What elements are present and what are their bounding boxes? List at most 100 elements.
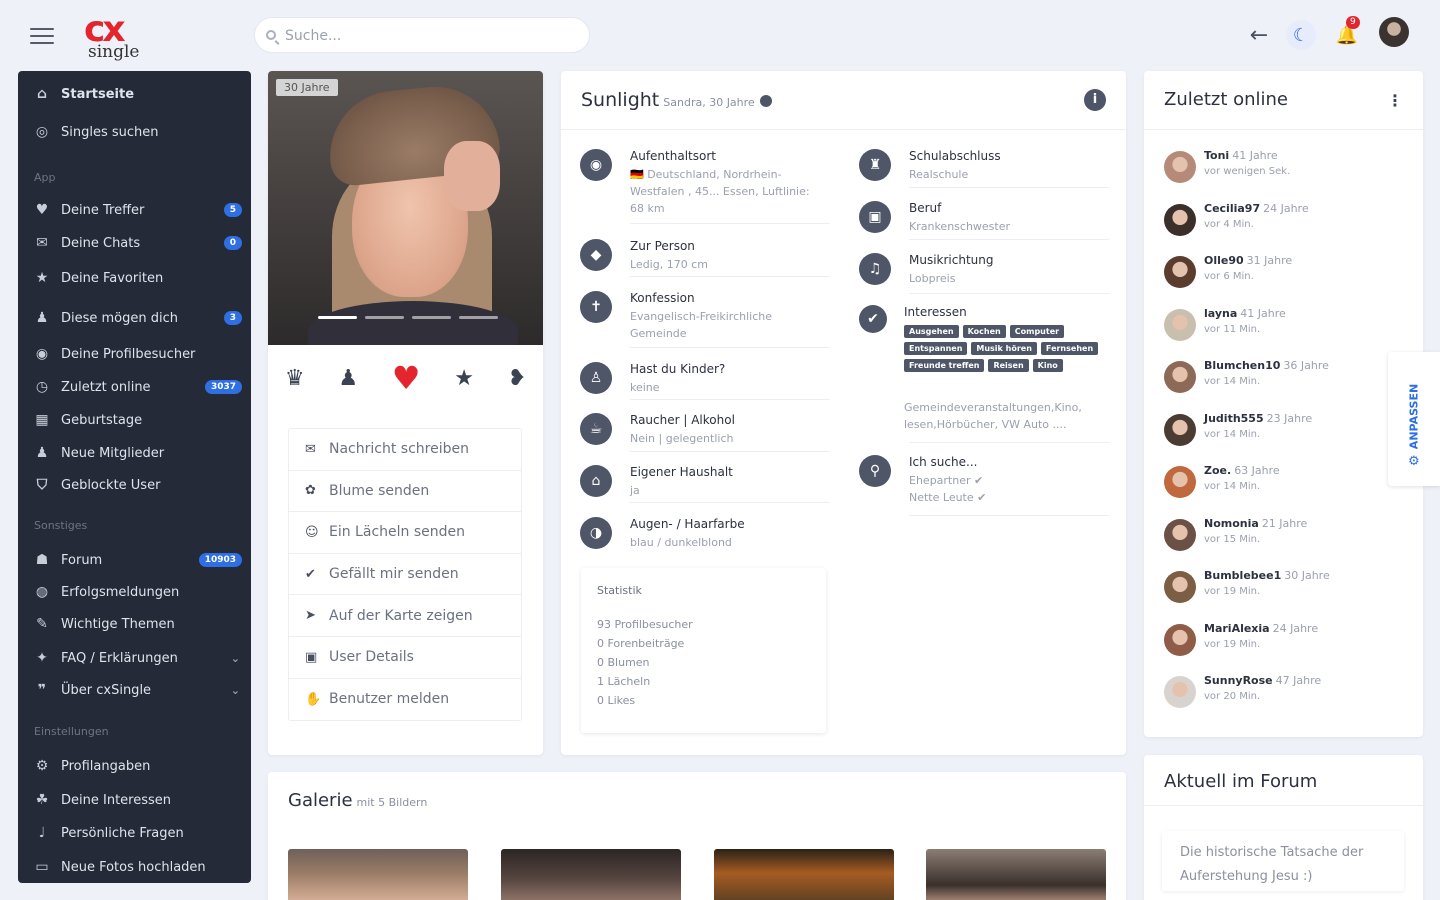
- sidebar-item-faq[interactable]: ✦ FAQ / Erklärungen ⌄: [32, 644, 242, 672]
- online-user-row[interactable]: MariAlexia 24 Jahre vor 19 Min.: [1164, 620, 1404, 664]
- sidebar-item-fragen[interactable]: ♩ Persönliche Fragen: [32, 819, 242, 847]
- profile-header: Sunlight Sandra, 30 Jahre: [581, 89, 772, 111]
- crown-icon[interactable]: ♛: [285, 366, 305, 391]
- sidebar-item-wichtige-themen[interactable]: ✎ Wichtige Themen: [32, 610, 242, 638]
- avatar[interactable]: [1164, 518, 1196, 551]
- sidebar-item-fotos-hochladen[interactable]: ▭ Neue Fotos hochladen: [32, 853, 242, 881]
- user-details-button[interactable]: ▣ User Details: [289, 637, 521, 679]
- forum-post[interactable]: Die historische Tatsache der Auferstehun…: [1162, 831, 1404, 891]
- user-age: 36 Jahre: [1283, 359, 1329, 372]
- logo[interactable]: cx single: [84, 10, 160, 63]
- profile-photo[interactable]: 30 Jahre: [268, 71, 543, 345]
- online-user-row[interactable]: Blumchen10 36 Jahre vor 14 Min.: [1164, 357, 1404, 401]
- photo-pager[interactable]: [318, 316, 498, 319]
- online-user-row[interactable]: SunnyRose 47 Jahre vor 20 Min.: [1164, 672, 1404, 716]
- online-user-name[interactable]: layna 41 Jahre: [1204, 307, 1286, 320]
- online-user-row[interactable]: Bumblebee1 30 Jahre vor 19 Min.: [1164, 567, 1404, 611]
- sidebar-item-erfolgsmeldungen[interactable]: ◍ Erfolgsmeldungen: [32, 578, 242, 606]
- online-user-name[interactable]: Toni 41 Jahre: [1204, 149, 1278, 162]
- user-age: 41 Jahre: [1232, 149, 1278, 162]
- sidebar-item-profilbesucher[interactable]: ◉ Deine Profilbesucher: [32, 340, 242, 368]
- broken-heart-icon[interactable]: ❥: [508, 366, 526, 391]
- online-user-row[interactable]: layna 41 Jahre vor 11 Min.: [1164, 305, 1404, 349]
- customize-tab[interactable]: ANPASSEN ⚙: [1388, 352, 1440, 486]
- show-on-map-button[interactable]: ➤ Auf der Karte zeigen: [289, 595, 521, 637]
- search-input[interactable]: Suche...: [254, 17, 590, 53]
- field-label: Schulabschluss: [909, 149, 1001, 163]
- field-value: ja: [630, 484, 640, 497]
- online-user-name[interactable]: Judith555 23 Jahre: [1204, 412, 1312, 425]
- gallery-image[interactable]: [714, 849, 894, 900]
- user-name: Bumblebee1: [1204, 569, 1282, 582]
- send-flower-button[interactable]: ✿ Blume senden: [289, 471, 521, 513]
- bell-icon[interactable]: 🔔 9: [1332, 16, 1362, 50]
- sidebar-item-neue-mitglieder[interactable]: ♟ Neue Mitglieder: [32, 439, 242, 467]
- divider: [561, 129, 1126, 130]
- menu-icon[interactable]: [30, 28, 54, 46]
- divider: [1144, 805, 1423, 806]
- field-label: Zur Person: [630, 239, 695, 253]
- send-like-button[interactable]: ✔ Gefällt mir senden: [289, 554, 521, 596]
- online-user-row[interactable]: Judith555 23 Jahre vor 14 Min.: [1164, 410, 1404, 454]
- section-einstellungen: Einstellungen: [34, 725, 109, 738]
- gallery-image[interactable]: [501, 849, 681, 900]
- sidebar-item-label: Neue Fotos hochladen: [61, 859, 206, 875]
- divider: [909, 239, 1109, 240]
- add-friend-icon[interactable]: ♟: [338, 366, 358, 391]
- info-icon[interactable]: i: [1084, 89, 1106, 111]
- avatar[interactable]: [1164, 571, 1196, 603]
- online-user-name[interactable]: Blumchen10 36 Jahre: [1204, 359, 1329, 372]
- notification-badge: 9: [1346, 16, 1360, 29]
- back-arrow-icon[interactable]: ←: [1244, 20, 1274, 50]
- online-user-name[interactable]: Nomonia 21 Jahre: [1204, 517, 1307, 530]
- sidebar-item-favoriten[interactable]: ★ Deine Favoriten: [32, 264, 242, 292]
- avatar[interactable]: [1164, 413, 1196, 446]
- online-user-row[interactable]: Nomonia 21 Jahre vor 15 Min.: [1164, 515, 1404, 559]
- online-user-row[interactable]: Olle90 31 Jahre vor 6 Min.: [1164, 252, 1404, 296]
- online-user-name[interactable]: Cecilia97 24 Jahre: [1204, 202, 1309, 215]
- sidebar-item-moegen-dich[interactable]: ♟ Diese mögen dich 3: [32, 304, 242, 332]
- avatar[interactable]: [1164, 203, 1196, 236]
- online-user-name[interactable]: Bumblebee1 30 Jahre: [1204, 569, 1330, 582]
- avatar[interactable]: [1164, 676, 1196, 708]
- field-value: Evangelisch-Freikirchliche Gemeinde: [630, 310, 773, 340]
- heart-icon[interactable]: ♥: [392, 359, 421, 397]
- dark-mode-icon[interactable]: ☾: [1286, 20, 1316, 50]
- divider: [630, 276, 830, 277]
- sidebar-item-profilangaben[interactable]: ⚙ Profilangaben: [32, 752, 242, 780]
- send-message-button[interactable]: ✉ Nachricht schreiben: [289, 429, 521, 471]
- send-smile-button[interactable]: ☺ Ein Lächeln senden: [289, 512, 521, 554]
- sidebar-item-ueber[interactable]: ❞ Über cxSingle ⌄: [32, 676, 242, 704]
- sidebar-item-label: Wichtige Themen: [61, 616, 175, 632]
- star-icon[interactable]: ★: [454, 366, 474, 391]
- sidebar-item-singles-suchen[interactable]: ◎ Singles suchen: [32, 118, 242, 146]
- avatar[interactable]: [1164, 308, 1196, 341]
- avatar[interactable]: [1164, 151, 1196, 183]
- more-vertical-icon[interactable]: ⋮: [1387, 91, 1403, 110]
- sidebar-item-startseite[interactable]: ⌂ Startseite: [32, 80, 242, 108]
- sidebar-item-zuletzt-online[interactable]: ◷ Zuletzt online 3037: [32, 373, 242, 401]
- user-age: 23 Jahre: [1266, 411, 1313, 425]
- online-user-name[interactable]: MariAlexia 24 Jahre: [1204, 622, 1318, 635]
- online-user-name[interactable]: SunnyRose 47 Jahre: [1204, 674, 1321, 687]
- avatar[interactable]: [1164, 361, 1196, 393]
- avatar[interactable]: [1164, 256, 1196, 288]
- sidebar-item-geblockte-user[interactable]: ⛉ Geblockte User: [32, 471, 242, 499]
- gallery-image[interactable]: [926, 849, 1106, 900]
- user-avatar[interactable]: [1379, 17, 1409, 47]
- report-user-button[interactable]: ✋ Benutzer melden: [289, 679, 521, 721]
- avatar[interactable]: [1164, 466, 1196, 498]
- online-user-row[interactable]: Zoe. 63 Jahre vor 14 Min.: [1164, 462, 1404, 506]
- online-user-row[interactable]: Cecilia97 24 Jahre vor 4 Min.: [1164, 200, 1404, 244]
- interest-tag: Fernsehen: [1040, 342, 1099, 355]
- online-user-name[interactable]: Zoe. 63 Jahre: [1204, 464, 1280, 477]
- online-user-row[interactable]: Toni 41 Jahre vor wenigen Sek.: [1164, 147, 1404, 191]
- avatar[interactable]: [1164, 623, 1196, 656]
- sidebar-item-geburtstage[interactable]: ▦ Geburtstage: [32, 406, 242, 434]
- gallery-image[interactable]: [288, 849, 468, 900]
- sidebar-item-forum[interactable]: ☗ Forum 10903: [32, 546, 242, 574]
- sidebar-item-interessen[interactable]: ☘ Deine Interessen: [32, 786, 242, 814]
- sidebar-item-chats[interactable]: ✉ Deine Chats 0: [32, 229, 242, 257]
- online-user-name[interactable]: Olle90 31 Jahre: [1204, 254, 1292, 267]
- sidebar-item-treffer[interactable]: ♥ Deine Treffer 5: [32, 196, 242, 224]
